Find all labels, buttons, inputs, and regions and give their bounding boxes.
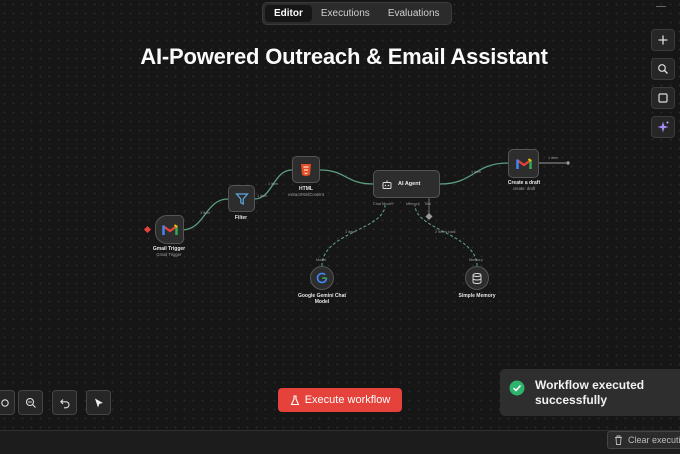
execute-workflow-label: Execute workflow: [304, 394, 391, 406]
node-label: Google Gemini Chat Model: [297, 293, 347, 305]
port-label: Chat Model*: [373, 202, 394, 206]
node-subtitle: Gmail Trigger: [156, 252, 182, 257]
edge-label: 1 item: [345, 230, 356, 234]
zoom-out-button[interactable]: [18, 390, 43, 415]
connection-memory-agent: [414, 204, 478, 267]
node-label: Filter: [234, 215, 248, 221]
output-endpoint: [566, 161, 570, 165]
execute-workflow-button[interactable]: Execute workflow: [278, 388, 402, 412]
clear-execution-button[interactable]: Clear execution: [607, 431, 680, 449]
node-ai-agent[interactable]: AI Agent: [373, 170, 440, 198]
node-subtitle: create: draft: [512, 186, 536, 191]
node-label: AI Agent: [398, 181, 421, 187]
html5-icon: [301, 163, 311, 176]
node-gmail-trigger[interactable]: [155, 215, 184, 244]
edge-label: 1 item: [257, 194, 268, 198]
node-google-gemini-chat-model[interactable]: [310, 266, 334, 290]
edge-label: 1 item: [548, 156, 559, 160]
database-icon: [472, 272, 482, 284]
selection-mode-button[interactable]: [86, 390, 111, 415]
connection-html-agent: [319, 169, 374, 185]
node-filter[interactable]: [228, 185, 255, 212]
zoom-out-icon: [25, 397, 36, 408]
zoom-to-fit-button[interactable]: [0, 390, 15, 415]
toast-message: Workflow executed successfully: [535, 378, 645, 407]
port-label: Tool: [424, 202, 431, 206]
port-label: Memory: [406, 202, 420, 206]
node-subtitle: extractHtmlContent: [288, 192, 324, 197]
cursor-icon: [94, 398, 103, 407]
robot-icon: [382, 180, 392, 189]
port-label: Memory: [469, 258, 483, 262]
trash-icon: [615, 435, 622, 445]
trigger-lightning-badge: [143, 225, 152, 234]
edge-label: 1 item: [471, 170, 482, 174]
flask-icon: [290, 394, 300, 405]
success-toast: Workflow executed successfully: [500, 369, 680, 416]
clear-execution-label: Clear execution: [628, 435, 680, 445]
google-icon: [316, 272, 328, 284]
undo-icon: [59, 398, 69, 408]
undo-button[interactable]: [52, 390, 77, 415]
tool-port-handle: [425, 212, 433, 221]
edge-label: 2 items total: [435, 230, 456, 234]
edge-label: 1 item: [200, 211, 211, 215]
node-html[interactable]: [292, 156, 320, 183]
gmail-icon: [515, 158, 532, 169]
port-label: Model: [316, 258, 327, 262]
gmail-icon: [161, 224, 178, 235]
zoom-to-fit-icon: [0, 398, 9, 407]
logs-panel-bar: [0, 430, 680, 454]
node-simple-memory[interactable]: [465, 266, 489, 290]
workflow-connections: [143, 161, 570, 267]
check-circle-icon: [509, 380, 525, 396]
connection-gemini-agent: [321, 204, 386, 267]
node-label: Simple Memory: [458, 293, 496, 299]
node-create-draft[interactable]: [508, 149, 539, 178]
filter-icon: [234, 192, 249, 205]
edge-label: 1 item: [268, 182, 279, 186]
